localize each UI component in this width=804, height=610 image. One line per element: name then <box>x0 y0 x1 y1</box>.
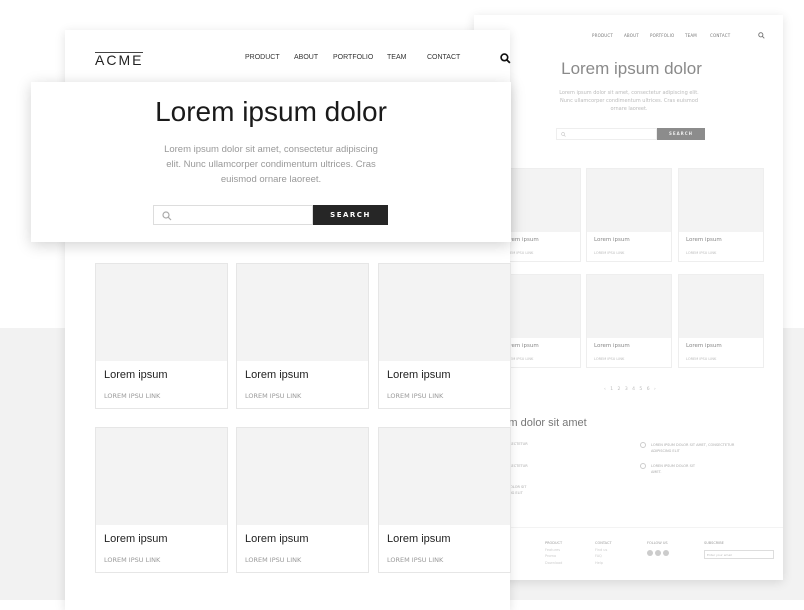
back-nav-product[interactable]: PRODUCT <box>592 33 613 38</box>
pagination[interactable]: ‹ 1 2 3 4 5 6 › <box>604 387 657 392</box>
footer-subscribe-col: SUBSCRIBE <box>704 540 724 547</box>
card-title: Lorem ipsum <box>594 343 630 349</box>
card-image <box>237 264 368 361</box>
card-image <box>587 169 671 232</box>
hero-search-input[interactable] <box>153 205 313 225</box>
card-image <box>679 169 763 232</box>
back-hero-title: Lorem ipsum dolor <box>561 59 702 78</box>
card-link[interactable]: LOREM IPSU LINK <box>387 392 443 400</box>
footer-link[interactable]: Download <box>545 560 562 567</box>
twitter-icon[interactable] <box>655 549 661 556</box>
back-page-mockup: PRODUCT ABOUT PORTFOLIO TEAM CONTACT Lor… <box>444 15 783 580</box>
card[interactable]: Lorem ipsum LOREM IPSU LINK <box>95 427 228 573</box>
back-nav-team[interactable]: TEAM <box>685 33 697 38</box>
card-title: Lorem ipsum <box>594 237 630 243</box>
card-title: Lorem ipsum <box>686 343 722 349</box>
back-search-button[interactable]: SEARCH <box>657 128 705 140</box>
card-image <box>587 275 671 338</box>
card-link[interactable]: LOREM IPSU LINK <box>686 357 716 361</box>
footer-heading: PRODUCT <box>545 541 563 545</box>
hero-title: Lorem ipsum dolor <box>155 96 387 127</box>
card-link[interactable]: LOREM IPSU LINK <box>104 556 160 564</box>
check-circle-icon <box>640 442 646 448</box>
card[interactable]: Lorem ipsum LOREM IPSU LINK <box>236 427 369 573</box>
feature-item: LOREN IPSUM DOLOR SIT AMET, CONSECTETUR … <box>651 443 735 453</box>
card-link[interactable]: LOREM IPSU LINK <box>594 357 624 361</box>
back-card[interactable]: Lorem ipsum LOREM IPSU LINK <box>586 274 672 368</box>
card-link[interactable]: LOREM IPSU LINK <box>686 251 716 255</box>
search-icon <box>162 211 172 221</box>
back-card[interactable]: Lorem ipsum LOREM IPSU LINK <box>678 274 764 368</box>
card-image <box>96 264 227 361</box>
footer-heading: CONTACT <box>595 541 612 545</box>
check-circle-icon <box>640 463 646 469</box>
back-nav-portfolio[interactable]: PORTFOLIO <box>650 33 674 38</box>
card[interactable]: Lorem ipsum LOREM IPSU LINK <box>378 427 511 573</box>
footer-product-col: PRODUCT Features Promo Download <box>545 540 562 566</box>
card-link[interactable]: LOREM IPSU LINK <box>245 556 301 564</box>
card-link[interactable]: LOREM IPSU LINK <box>245 392 301 400</box>
card-title: Lorem ipsum <box>104 533 168 545</box>
footer-contact-col: CONTACT Find us FAQ Help <box>595 540 612 566</box>
card-image <box>237 428 368 525</box>
card[interactable]: Lorem ipsum LOREM IPSU LINK <box>236 263 369 409</box>
nav-contact[interactable]: CONTACT <box>427 54 460 61</box>
back-nav-contact[interactable]: CONTACT <box>710 33 730 38</box>
card-title: Lorem ipsum <box>245 533 309 545</box>
back-nav-about[interactable]: ABOUT <box>624 33 639 38</box>
footer-heading: FOLLOW US <box>647 541 668 545</box>
back-hero-paragraph: Lorem ipsum dolor sit amet, consectetur … <box>559 90 699 112</box>
back-card[interactable]: Lorem ipsum LOREM IPSU LINK <box>678 168 764 262</box>
card[interactable]: Lorem ipsum LOREM IPSU LINK <box>95 263 228 409</box>
feature-item: LOREN IPSUM DOLOR SIT AMET. <box>651 464 695 474</box>
footer-link[interactable]: Help <box>595 560 612 567</box>
card-title: Lorem ipsum <box>104 369 168 381</box>
nav-portfolio[interactable]: PORTFOLIO <box>333 54 373 61</box>
footer-follow-col: FOLLOW US <box>647 540 671 558</box>
hero-paragraph: Lorem ipsum dolor sit amet, consectetur … <box>164 144 378 185</box>
card-title: Lorem ipsum <box>387 369 451 381</box>
back-card[interactable]: Lorem ipsum LOREM IPSU LINK <box>586 168 672 262</box>
search-icon[interactable] <box>758 32 765 39</box>
facebook-icon[interactable] <box>647 549 653 556</box>
card-title: Lorem ipsum <box>686 237 722 243</box>
acme-logo[interactable]: ACME <box>95 52 144 67</box>
footer-heading: SUBSCRIBE <box>704 541 724 545</box>
nav-product[interactable]: PRODUCT <box>245 54 280 61</box>
back-search-input[interactable] <box>556 128 657 140</box>
card-image <box>379 264 510 361</box>
hero-card: Lorem ipsum dolor Lorem ipsum dolor sit … <box>31 82 511 242</box>
search-icon[interactable] <box>500 53 511 64</box>
subscribe-email-input[interactable]: Enter your email <box>704 550 774 559</box>
card-image <box>379 428 510 525</box>
card-link[interactable]: LOREM IPSU LINK <box>594 251 624 255</box>
instagram-icon[interactable] <box>663 549 669 556</box>
card[interactable]: Lorem ipsum LOREM IPSU LINK <box>378 263 511 409</box>
hero-search-button[interactable]: SEARCH <box>313 205 388 225</box>
nav-about[interactable]: ABOUT <box>294 54 318 61</box>
card-image <box>96 428 227 525</box>
card-image <box>679 275 763 338</box>
search-icon <box>561 132 566 137</box>
card-title: Lorem ipsum <box>387 533 451 545</box>
nav-team[interactable]: TEAM <box>387 54 406 61</box>
card-link[interactable]: LOREM IPSU LINK <box>387 556 443 564</box>
footer-divider <box>474 527 783 528</box>
card-link[interactable]: LOREM IPSU LINK <box>104 392 160 400</box>
card-title: Lorem ipsum <box>245 369 309 381</box>
